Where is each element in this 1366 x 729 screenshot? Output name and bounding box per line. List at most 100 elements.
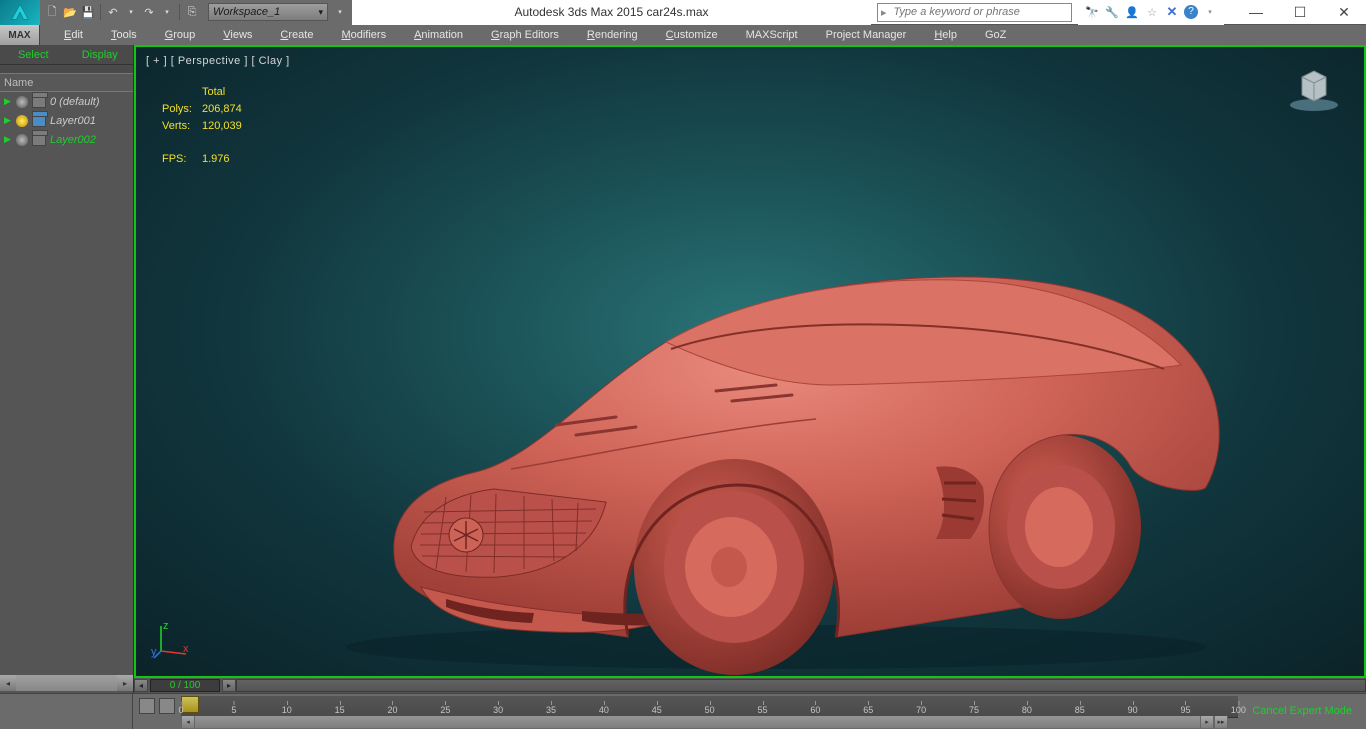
tab-select[interactable]: Select [0, 45, 67, 64]
star-icon[interactable]: ☆ [1144, 4, 1160, 20]
timeline-prev-button[interactable]: ◂ [134, 679, 148, 692]
max-app-button[interactable]: MAX [0, 25, 40, 45]
cancel-expert-mode-link[interactable]: Cancel Expert Mode [1238, 694, 1366, 728]
timeline-tick: 0 [178, 705, 183, 715]
layer-item[interactable]: ▶ Layer002 [0, 130, 133, 149]
timeline-tick: 20 [387, 705, 397, 715]
menu-create[interactable]: Create [266, 29, 327, 41]
viewcube[interactable] [1284, 57, 1344, 117]
timeline-mini-track[interactable] [236, 679, 1366, 692]
timeline-keymode-icon[interactable] [159, 698, 175, 714]
svg-text:y: y [151, 646, 157, 658]
qat-open-icon[interactable]: 📂 [62, 4, 78, 20]
svg-text:x: x [183, 643, 189, 655]
app-logo[interactable] [0, 0, 40, 25]
timeline-tick: 45 [652, 705, 662, 715]
window-title: Autodesk 3ds Max 2015 car24s.max [352, 0, 871, 25]
close-button[interactable]: ✕ [1322, 0, 1366, 25]
person-icon[interactable]: 👤 [1124, 4, 1140, 20]
binoculars-icon[interactable]: 🔭 [1084, 4, 1100, 20]
timeline-tick: 10 [282, 705, 292, 715]
panel-scroll-track[interactable] [16, 675, 117, 691]
panel-scroll-right[interactable]: ▸ [117, 675, 133, 691]
qat-undo-icon[interactable]: ↶ [105, 4, 121, 20]
timeline-scroll-right[interactable]: ▸ [1200, 716, 1214, 728]
model-car[interactable] [276, 167, 1246, 678]
layer-column-header[interactable]: Name [0, 74, 133, 92]
menu-group[interactable]: Group [151, 29, 210, 41]
timeline-scroll-track[interactable] [195, 716, 1200, 728]
timeline-tick: 40 [599, 705, 609, 715]
layer-expand-icon[interactable]: ▶ [4, 96, 12, 107]
viewport[interactable]: [ + ] [ Perspective ] [ Clay ] Total Pol… [134, 45, 1366, 678]
help-search[interactable]: ▸ [877, 3, 1072, 22]
menu-maxscript[interactable]: MAXScript [732, 29, 812, 41]
qat-save-icon[interactable]: 💾 [80, 4, 96, 20]
timeline-tick: 30 [493, 705, 503, 715]
svg-text:z: z [163, 621, 169, 632]
minimize-button[interactable]: — [1234, 0, 1278, 25]
menu-project-manager[interactable]: Project Manager [812, 29, 921, 41]
timeline-tick: 15 [335, 705, 345, 715]
viewport-stats: Total Polys:206,874 Verts:120,039 FPS:1.… [156, 83, 248, 169]
help-dd-icon[interactable]: ▾ [1202, 4, 1218, 20]
workspace-dropdown[interactable]: Workspace_1 [208, 3, 328, 21]
viewport-label[interactable]: [ + ] [ Perspective ] [ Clay ] [146, 55, 290, 67]
layer-item[interactable]: ▶0 (default) [0, 92, 133, 111]
key-icon[interactable]: 🔧 [1104, 4, 1120, 20]
help-icon[interactable]: ? [1184, 5, 1198, 19]
bulb-icon[interactable] [16, 115, 28, 127]
search-caret-icon: ▸ [878, 6, 890, 19]
stat-polys-label: Polys: [158, 102, 196, 117]
timeline-tick: 25 [440, 705, 450, 715]
timeline-tick: 100 [1231, 705, 1246, 715]
menu-animation[interactable]: Animation [400, 29, 477, 41]
stat-verts-value: 120,039 [198, 119, 246, 134]
layer-icon [32, 115, 46, 127]
timeline-tick: 60 [810, 705, 820, 715]
timeline-scroll-end[interactable]: ▸▸ [1214, 716, 1228, 728]
timeline-tick: 85 [1075, 705, 1085, 715]
timeline-next-button[interactable]: ▸ [222, 679, 236, 692]
search-input[interactable] [890, 6, 1071, 18]
xray-icon[interactable]: ✕ [1164, 4, 1180, 20]
menu-views[interactable]: Views [209, 29, 266, 41]
menu-goz[interactable]: GoZ [971, 29, 1020, 41]
stat-verts-label: Verts: [158, 119, 196, 134]
menu-rendering[interactable]: Rendering [573, 29, 652, 41]
menu-tools[interactable]: Tools [97, 29, 151, 41]
layer-expand-icon[interactable]: ▶ [4, 134, 12, 145]
timeline-tick: 5 [231, 705, 236, 715]
timeline-tick: 90 [1128, 705, 1138, 715]
layer-name: Layer002 [50, 134, 96, 146]
menu-modifiers[interactable]: Modifiers [327, 29, 400, 41]
bulb-icon[interactable] [16, 96, 28, 108]
layer-icon [32, 134, 46, 146]
workspace-more-icon[interactable]: ▾ [332, 4, 348, 20]
layer-item[interactable]: ▶Layer001 [0, 111, 133, 130]
panel-scroll-left[interactable]: ◂ [0, 675, 16, 691]
qat-link-icon[interactable]: ⎘ [184, 4, 200, 20]
layer-expand-icon[interactable]: ▶ [4, 115, 12, 126]
menu-edit[interactable]: Edit [50, 29, 97, 41]
timeline-tick: 55 [758, 705, 768, 715]
menu-graph-editors[interactable]: Graph Editors [477, 29, 573, 41]
panel-collapse-handle[interactable] [0, 65, 133, 74]
qat-undo-dd-icon[interactable]: ▾ [123, 4, 139, 20]
menu-customize[interactable]: Customize [652, 29, 732, 41]
menu-help[interactable]: Help [920, 29, 971, 41]
maximize-button[interactable]: ☐ [1278, 0, 1322, 25]
timeline-tick: 95 [1180, 705, 1190, 715]
timeline-scroll-left[interactable]: ◂ [181, 716, 195, 728]
tab-display[interactable]: Display [67, 45, 134, 64]
bulb-icon[interactable] [16, 134, 28, 146]
stat-fps-value: 1.976 [198, 152, 246, 167]
layer-icon [32, 96, 46, 108]
qat-new-icon[interactable]: 🗋 [44, 4, 60, 20]
timeline-frame-display[interactable]: 0 / 100 [150, 679, 220, 692]
timeline-config-icon[interactable] [139, 698, 155, 714]
timeline-tick: 65 [863, 705, 873, 715]
qat-redo-icon[interactable]: ↷ [141, 4, 157, 20]
stat-fps-label: FPS: [158, 152, 196, 167]
qat-redo-dd-icon[interactable]: ▾ [159, 4, 175, 20]
